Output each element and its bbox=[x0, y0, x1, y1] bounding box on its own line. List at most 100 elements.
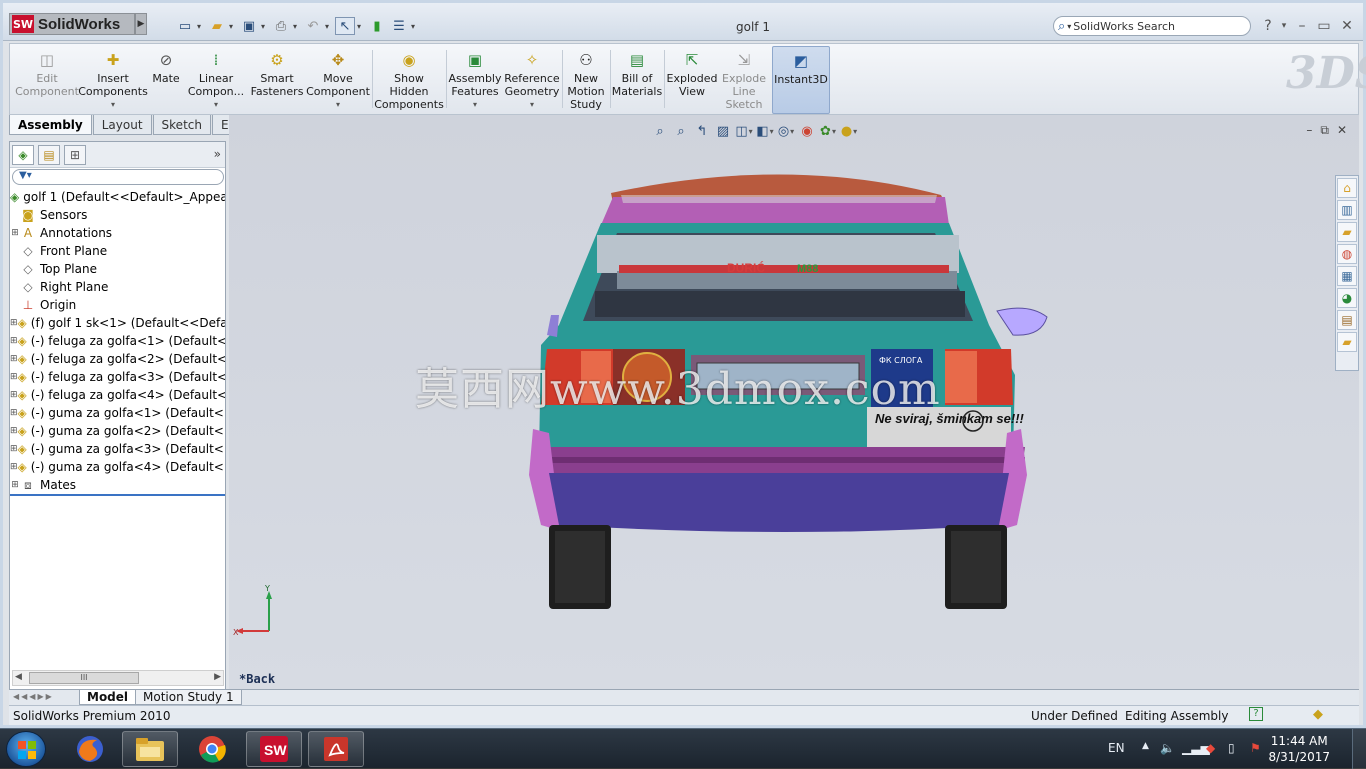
move-component-button[interactable]: ✥ Move Component ▾ bbox=[306, 46, 370, 114]
solidworks-resources-icon[interactable]: ⌂ bbox=[1337, 178, 1357, 198]
options-dropdown-icon[interactable]: ▾ bbox=[411, 22, 419, 31]
expand-plus-icon[interactable]: ⊞ bbox=[10, 354, 18, 364]
panel-horizontal-scrollbar[interactable]: ◀ III ▶ bbox=[12, 670, 224, 686]
expand-plus-icon[interactable]: ⊞ bbox=[10, 390, 18, 400]
tree-item[interactable]: ⊞ ◈ (-) feluga za golfa<1> (Default<< bbox=[10, 332, 225, 350]
expand-plus-icon[interactable]: ⊞ bbox=[10, 480, 20, 490]
new-document-icon[interactable]: ▭ bbox=[175, 17, 195, 35]
feature-manager-tab-icon[interactable]: ◈ bbox=[12, 145, 34, 165]
tab-navigation-arrows-icon[interactable]: ◀◀◀▶▶ bbox=[13, 692, 54, 701]
search-input[interactable]: ⌕ ▾ SolidWorks Search bbox=[1053, 16, 1251, 36]
action-center-flag-icon[interactable]: ⚑ bbox=[1250, 741, 1261, 755]
expand-plus-icon[interactable]: ⊞ bbox=[10, 372, 18, 382]
scroll-right-icon[interactable]: ▶ bbox=[214, 672, 221, 682]
tree-item[interactable]: ⊞ A Annotations bbox=[10, 224, 225, 242]
clock[interactable]: 11:44 AM 8/31/2017 bbox=[1268, 733, 1330, 765]
move-component-dropdown-icon[interactable]: ▾ bbox=[336, 98, 340, 111]
view-palette-icon[interactable]: ▦ bbox=[1337, 266, 1357, 286]
tree-item[interactable]: ⊞ ◈ (-) guma za golfa<2> (Default<< bbox=[10, 422, 225, 440]
file-explorer-tab-icon[interactable]: ▰ bbox=[1337, 222, 1357, 242]
chrome-icon[interactable] bbox=[184, 731, 240, 767]
edit-component-button[interactable]: ◫ Edit Component bbox=[14, 46, 80, 114]
firefox-icon[interactable] bbox=[62, 731, 118, 767]
tree-filter-input[interactable]: ▼▾ bbox=[12, 169, 224, 185]
expand-plus-icon[interactable]: ⊞ bbox=[10, 228, 20, 238]
tree-item[interactable]: ⊞ ◈ (-) feluga za golfa<2> (Default<< bbox=[10, 350, 225, 368]
property-manager-tab-icon[interactable]: ▤ bbox=[38, 145, 60, 165]
print-icon[interactable]: ⎙ bbox=[271, 17, 291, 35]
show-hidden-icons-icon[interactable]: ▲ bbox=[1142, 741, 1149, 751]
expand-plus-icon[interactable]: ⊞ bbox=[10, 444, 18, 454]
open-dropdown-icon[interactable]: ▾ bbox=[229, 22, 237, 31]
select-dropdown-icon[interactable]: ▾ bbox=[357, 22, 365, 31]
minimize-icon[interactable]: – bbox=[1293, 17, 1311, 35]
tree-item[interactable]: ◇ Front Plane bbox=[10, 242, 225, 260]
language-indicator[interactable]: EN bbox=[1108, 741, 1125, 755]
undo-icon[interactable]: ↶ bbox=[303, 17, 323, 35]
expand-plus-icon[interactable]: ⊞ bbox=[10, 426, 18, 436]
undo-dropdown-icon[interactable]: ▾ bbox=[325, 22, 333, 31]
menu-expand-arrow[interactable]: ▶ bbox=[135, 13, 147, 35]
scroll-thumb[interactable]: III bbox=[29, 672, 139, 684]
save-icon[interactable]: ▣ bbox=[239, 17, 259, 35]
instant3d-button[interactable]: ◩ Instant3D bbox=[772, 46, 830, 114]
tab-sketch[interactable]: Sketch bbox=[152, 115, 211, 135]
close-icon[interactable]: ✕ bbox=[1338, 17, 1356, 35]
linear-component-dropdown-icon[interactable]: ▾ bbox=[214, 98, 218, 111]
bill-of-materials-button[interactable]: ▤ Bill of Materials bbox=[612, 46, 662, 114]
acrobat-icon[interactable] bbox=[308, 731, 364, 767]
panel-expand-icon[interactable]: » bbox=[214, 147, 221, 161]
tab-motion-study-1[interactable]: Motion Study 1 bbox=[135, 690, 242, 705]
smart-fasteners-button[interactable]: ⚙ Smart Fasteners bbox=[250, 46, 304, 114]
tree-item[interactable]: ◇ Top Plane bbox=[10, 260, 225, 278]
linear-component-pattern-button[interactable]: ⁞ Linear Compon... ▾ bbox=[184, 46, 248, 114]
select-arrow-icon[interactable]: ↖ bbox=[335, 17, 355, 35]
search-dropdown-icon[interactable]: ▾ bbox=[1067, 22, 1071, 31]
print-dropdown-icon[interactable]: ▾ bbox=[293, 22, 301, 31]
tree-item[interactable]: ⊞ ◈ (-) guma za golfa<1> (Default<< bbox=[10, 404, 225, 422]
tree-item[interactable]: ⊞ ◈ (-) feluga za golfa<3> (Default<< bbox=[10, 368, 225, 386]
appearances-icon[interactable]: ◕ bbox=[1337, 288, 1357, 308]
new-dropdown-icon[interactable]: ▾ bbox=[197, 22, 205, 31]
exploded-view-button[interactable]: ⇱ Exploded View bbox=[666, 46, 718, 114]
tree-item[interactable]: ⊞ ◈ (f) golf 1 sk<1> (Default<<Defau bbox=[10, 314, 225, 332]
assembly-features-button[interactable]: ▣ Assembly Features ▾ bbox=[448, 46, 502, 114]
tree-item[interactable]: ⊞ ◈ (-) guma za golfa<3> (Default<< bbox=[10, 440, 225, 458]
solidworks-icon[interactable]: SW bbox=[246, 731, 302, 767]
tree-item[interactable]: ⊥ Origin bbox=[10, 296, 225, 314]
antivirus-icon[interactable]: ◆ bbox=[1206, 741, 1215, 755]
insert-components-button[interactable]: ✚ Insert Components ▾ bbox=[78, 46, 148, 114]
help-dropdown-icon[interactable]: ▾ bbox=[1275, 17, 1293, 35]
tab-layout[interactable]: Layout bbox=[92, 115, 152, 135]
graphics-area[interactable]: ⌕ ⌕ ↰ ▨ ◫ ◧ ◎ ◉ ✿ ● – ⧉ ✕ bbox=[229, 115, 1359, 689]
maximize-icon[interactable]: ▭ bbox=[1315, 17, 1333, 35]
insert-components-dropdown-icon[interactable]: ▾ bbox=[111, 98, 115, 111]
search-tab-icon[interactable]: ◍ bbox=[1337, 244, 1357, 264]
tree-item[interactable]: ◙ Sensors bbox=[10, 206, 225, 224]
tree-rollback-bar[interactable] bbox=[10, 494, 225, 496]
expand-plus-icon[interactable]: ⊞ bbox=[10, 408, 18, 418]
design-library-icon[interactable]: ▥ bbox=[1337, 200, 1357, 220]
tab-assembly[interactable]: Assembly bbox=[9, 115, 92, 135]
volume-icon[interactable]: 🔈 bbox=[1160, 741, 1175, 755]
tree-item[interactable]: ◇ Right Plane bbox=[10, 278, 225, 296]
start-button[interactable] bbox=[6, 731, 46, 767]
expand-plus-icon[interactable]: ⊞ bbox=[10, 462, 18, 472]
tree-item[interactable]: ⊞ ◈ (-) guma za golfa<4> (Default<< bbox=[10, 458, 225, 476]
open-folder-icon[interactable]: ▰ bbox=[207, 17, 227, 35]
file-explorer-icon[interactable] bbox=[122, 731, 178, 767]
save-dropdown-icon[interactable]: ▾ bbox=[261, 22, 269, 31]
mate-button[interactable]: ⊘ Mate bbox=[148, 46, 184, 114]
tree-item[interactable]: ⊞ ⧈ Mates bbox=[10, 476, 225, 494]
configuration-manager-tab-icon[interactable]: ⊞ bbox=[64, 145, 86, 165]
solidworks-menu-button[interactable]: SW SolidWorks bbox=[9, 13, 135, 35]
expand-plus-icon[interactable]: ⊞ bbox=[10, 318, 18, 328]
reference-geometry-button[interactable]: ✧ Reference Geometry ▾ bbox=[504, 46, 560, 114]
explode-line-sketch-button[interactable]: ⇲ Explode Line Sketch bbox=[718, 46, 770, 114]
rebuild-status-icon[interactable]: ◆ bbox=[1313, 707, 1323, 722]
show-hidden-components-button[interactable]: ◉ Show Hidden Components bbox=[374, 46, 444, 114]
scroll-left-icon[interactable]: ◀ bbox=[15, 672, 22, 682]
document-recovery-icon[interactable]: ▰ bbox=[1337, 332, 1357, 352]
quick-tips-icon[interactable]: ? bbox=[1249, 707, 1263, 721]
assembly-features-dropdown-icon[interactable]: ▾ bbox=[473, 98, 477, 111]
